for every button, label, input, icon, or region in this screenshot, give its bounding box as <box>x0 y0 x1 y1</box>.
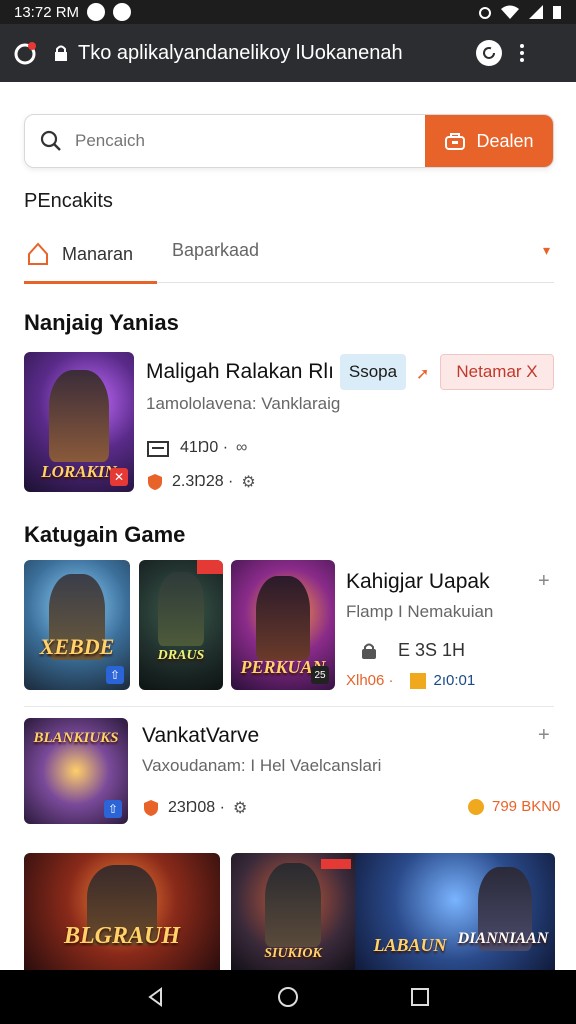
category-item-subtitle: Flamp I Nemakuian <box>346 602 494 621</box>
tab-label: Baparkaad <box>172 240 260 260</box>
thumbnail-title: LABAUN <box>373 935 447 955</box>
bottom-thumbnail-3[interactable]: LABAUN DIANNIAAN <box>355 853 555 970</box>
second-stat-left: 23Ŋ08 · ⚙ <box>142 798 247 818</box>
browser-home-icon[interactable] <box>12 40 38 66</box>
stat-value: E 3S 1H <box>398 640 466 660</box>
category-item-meta: Xlh06 · 2ı0:01 <box>346 672 475 689</box>
thumbnail-badge: ⇧ <box>104 800 122 818</box>
status-bar: 13:72 RM <box>0 0 576 24</box>
thumbnail-title: BLGRAUH <box>63 923 180 949</box>
lock-icon <box>54 44 68 62</box>
featured-thumbnail[interactable]: LORAKIN ✕ <box>24 352 134 492</box>
featured-stat-1: 41Ŋ0 · ∞ <box>146 438 247 458</box>
alarm-icon <box>479 7 491 19</box>
tab-indicator <box>24 281 157 284</box>
bottom-thumbnail-2[interactable]: SIUKIOK <box>231 853 355 970</box>
stat-value: 799 BKN0 <box>492 798 561 815</box>
second-title[interactable]: VankatVarve <box>142 724 259 748</box>
stat-value: 23Ŋ08 · <box>168 799 225 816</box>
thumbnail-badge: ✕ <box>110 468 128 486</box>
signal-icon <box>529 5 543 19</box>
deal-button[interactable]: Dealen <box>425 115 553 167</box>
category-thumbnail-3[interactable]: PERKUAN 25 <box>231 560 335 690</box>
thumbnail-title-2: DIANNIAAN <box>457 930 549 947</box>
browser-toolbar: Tko aplikalyandanelikoy lUokanenah <box>0 24 576 82</box>
refresh-icon[interactable] <box>476 40 502 66</box>
second-subtitle: Vaxoudanam: I Hel Vaelcanslari <box>142 756 382 775</box>
more-tabs-icon[interactable]: ▾ <box>543 242 550 259</box>
ribbon-badge <box>321 859 351 869</box>
status-right <box>478 4 562 20</box>
system-nav-bar <box>0 970 576 1024</box>
wifi-icon <box>501 5 519 19</box>
lock-icon <box>362 643 376 659</box>
thumbnail-badge: 25 <box>311 666 329 684</box>
featured-heading: Nanjaig Yanias <box>24 310 179 335</box>
search-input[interactable] <box>73 130 397 152</box>
character-art <box>256 576 310 660</box>
recents-icon[interactable] <box>409 986 431 1008</box>
character-art <box>49 370 109 462</box>
thumbnail-title: DRAUS <box>157 648 205 663</box>
tab-bar: Manaran Baparkaad ▾ <box>24 232 554 284</box>
divider <box>24 706 554 707</box>
second-stat-right: 799 BKN0 <box>468 798 560 815</box>
deal-button-label: Dealen <box>476 130 534 151</box>
tag-arrow-icon: ➚ <box>416 366 430 383</box>
tag-red[interactable]: Netamar X <box>440 354 554 390</box>
featured-subtitle: 1amololavena: Vanklaraig <box>146 394 341 413</box>
link-icon: ∞ <box>236 439 248 456</box>
notification-icon <box>87 3 106 21</box>
thumbnail-title: BLANKIUKS <box>33 730 119 746</box>
coin-icon <box>468 798 484 815</box>
tag-icon <box>28 242 48 265</box>
category-item-title[interactable]: Kahigjar Uapak <box>346 570 490 594</box>
section-label: PEncakits <box>24 190 113 212</box>
notification-icon-2 <box>113 3 132 21</box>
tab-manaran[interactable]: Manaran <box>24 240 133 268</box>
bag-icon <box>445 133 466 150</box>
featured-stat-2: 2.3Ŋ28 · ⚙ <box>146 472 256 492</box>
ribbon-badge <box>197 560 223 574</box>
character-art <box>265 863 321 947</box>
thumbnail-title: SIUKIOK <box>264 946 322 961</box>
tab-baparkaad[interactable]: Baparkaad <box>172 240 259 261</box>
character-art <box>158 572 204 646</box>
search-icon <box>40 130 61 151</box>
meta-left: Xlh06 · <box>346 672 394 689</box>
tab-label: Manaran <box>62 243 134 264</box>
thumbnail-badge: ⇧ <box>106 666 124 684</box>
search-bar: Dealen <box>24 114 554 168</box>
category-heading: Katugain Game <box>24 522 186 547</box>
clapper-icon <box>147 441 169 457</box>
category-item-stat: E 3S 1H <box>360 640 465 661</box>
category-thumbnail-1[interactable]: XEBDE ⇧ <box>24 560 130 690</box>
stat-value: 2.3Ŋ28 · <box>172 473 234 490</box>
gear-icon: ⚙ <box>241 474 256 491</box>
bottom-thumbnail-1[interactable]: BLGRAUH <box>24 853 220 970</box>
status-time: 13:72 RM <box>14 3 80 21</box>
overflow-menu-icon[interactable] <box>520 44 524 62</box>
home-icon[interactable] <box>276 985 300 1009</box>
coin-icon <box>409 672 426 689</box>
thumbnail-title: XEBDE <box>39 634 115 659</box>
category-thumbnail-2[interactable]: DRAUS <box>139 560 223 690</box>
status-left: 13:72 RM <box>14 3 132 21</box>
gear-icon: ⚙ <box>232 800 248 817</box>
add-icon[interactable]: + <box>538 570 550 593</box>
back-icon[interactable] <box>145 986 167 1008</box>
tag-blue[interactable]: Ssopa <box>340 354 406 390</box>
add-icon[interactable]: + <box>538 724 550 747</box>
featured-title[interactable]: Maligah Ralakan Rlı <box>146 360 334 384</box>
second-thumbnail[interactable]: BLANKIUKS ⇧ <box>24 718 128 824</box>
shield-icon <box>148 474 162 490</box>
battery-icon <box>553 6 561 19</box>
stat-value: 41Ŋ0 · <box>180 439 229 456</box>
shield-icon <box>144 800 158 816</box>
url-bar[interactable]: Tko aplikalyandanelikoy lUokanenah <box>78 42 458 65</box>
meta-right: 2ı0:01 <box>433 672 476 689</box>
